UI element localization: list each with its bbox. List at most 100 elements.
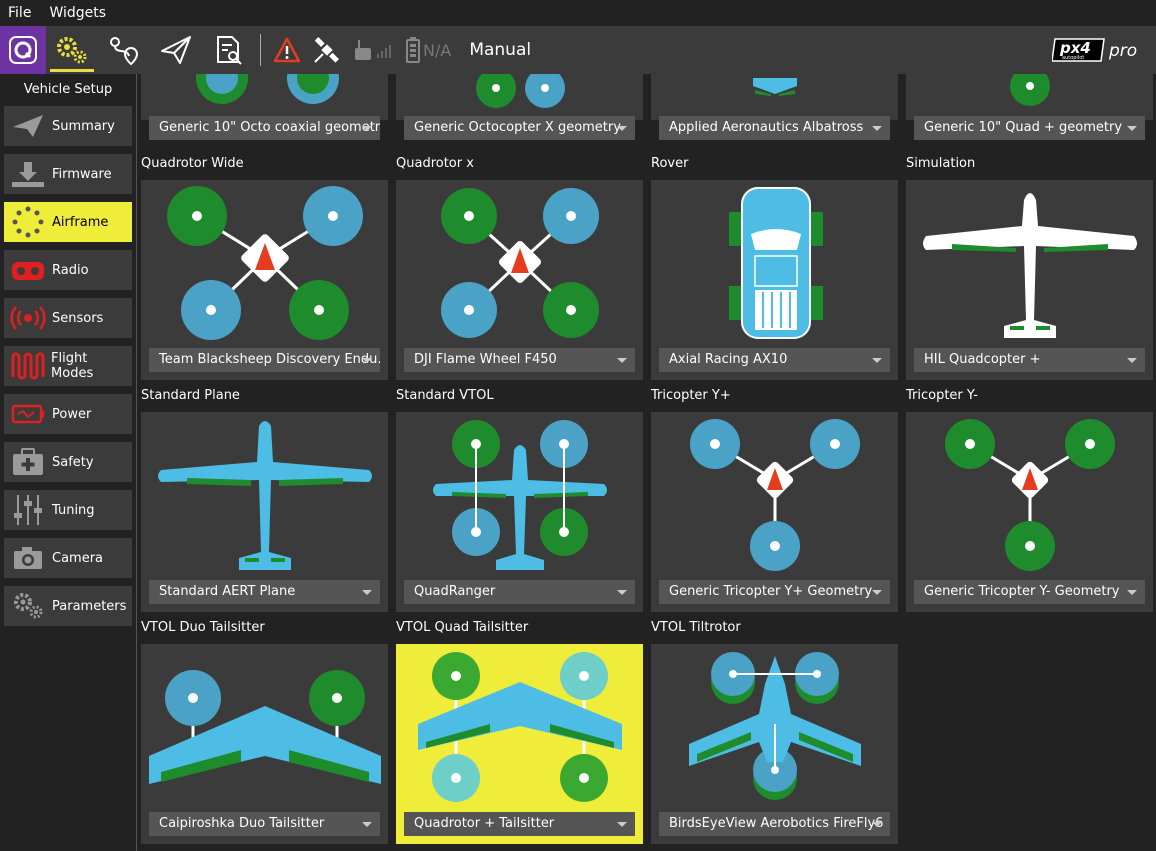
airframe-select[interactable]: QuadRanger [404,580,635,604]
airframe-image-box[interactable]: Generic Tricopter Y- Geometry [906,412,1153,612]
airframe-grid: Generic 10" Octo coaxial geometry Generi… [137,74,1156,851]
airframe-select[interactable]: Quadrotor + Tailsitter [404,812,635,836]
sidebar-item-label: Tuning [52,502,95,518]
gears-icon [57,37,87,64]
airframe-select[interactable]: DJI Flame Wheel F450 [404,348,635,372]
satellite-icon [314,37,339,63]
quad-plus-airframe-image [1010,74,1050,106]
chevron-down-icon [617,358,627,363]
airframe-image-box[interactable]: Axial Racing AX10 [651,180,898,380]
first-aid-kit-icon [13,448,43,475]
svg-text:pro: pro [1108,41,1137,61]
sidebar-item-summary[interactable]: Summary [4,106,132,146]
airframe-type-title: Quadrotor Wide [141,156,244,171]
rc-transmitter-icon [355,40,391,60]
menu-file[interactable]: File [8,5,31,21]
power-icon [11,404,44,424]
airframe-image-box[interactable]: QuadRanger [396,412,643,612]
octo-x-airframe-image [476,74,565,108]
airframe-image-box[interactable]: Team Blacksheep Discovery Endu... [141,180,388,380]
chevron-down-icon [872,358,882,363]
airframe-image-box[interactable]: BirdsEyeView Aerobotics FireFly6 [651,644,898,844]
plan-view-button[interactable] [98,26,150,74]
radio-icon [12,262,44,280]
battery-status-text: N/A [423,40,452,60]
analyze-button[interactable] [202,26,254,74]
airframe-image-box[interactable]: Generic 10" Octo coaxial geometry [141,74,388,140]
sidebar-item-firmware[interactable]: Firmware [4,154,132,194]
airframe-type-title: Quadrotor x [396,156,474,171]
messages-indicator[interactable] [267,26,307,74]
airframe-select[interactable]: Generic Tricopter Y- Geometry [914,580,1145,604]
airframe-type-title: Simulation [906,156,976,171]
chevron-down-icon [362,590,372,595]
chevron-down-icon [872,126,882,131]
flight-mode-selector[interactable]: Manual [469,40,531,60]
flight-modes-icon [11,352,45,380]
airframe-image-box[interactable]: Generic 10" Quad + geometry [906,74,1153,140]
vehicle-setup-button[interactable] [46,26,98,74]
airframe-select[interactable]: Generic Octocopter X geometry [404,116,635,140]
airframe-type-title: Tricopter Y- [906,388,979,403]
airframe-type-title: Rover [651,156,689,171]
sidebar-item-tuning[interactable]: Tuning [4,490,132,530]
sidebar-item-label: Flight Modes [51,351,94,381]
airframe-select[interactable]: Generic Tricopter Y+ Geometry [659,580,890,604]
qgc-logo-button[interactable] [0,26,46,74]
airframe-image-box[interactable]: Generic Octocopter X geometry [396,74,643,140]
svg-text:autopilot: autopilot [1062,55,1084,61]
airframe-select[interactable]: Generic 10" Quad + geometry [914,116,1145,140]
chevron-down-icon [617,822,627,827]
octo-coaxial-airframe-image [196,74,339,104]
airframe-select[interactable]: Applied Aeronautics Albatross [659,116,890,140]
sensors-icon [10,306,46,330]
paper-plane-icon [13,115,43,137]
menu-bar: File Widgets [0,0,1156,26]
sidebar-item-radio[interactable]: Radio [4,250,132,290]
qgc-logo-icon [9,36,37,64]
paper-plane-icon [161,36,191,64]
chevron-down-icon [872,590,882,595]
chevron-down-icon [617,126,627,131]
sidebar-item-parameters[interactable]: Parameters [4,586,132,626]
airframe-image-box[interactable]: Applied Aeronautics Albatross [651,74,898,140]
sidebar-title: Vehicle Setup [23,82,113,97]
airframe-type-title: Standard Plane [141,388,240,403]
px4-logo-icon: px4 autopilot pro [1052,38,1137,62]
sidebar-item-label: Sensors [52,310,104,326]
sidebar-item-label: Camera [52,550,104,566]
airframe-select[interactable]: BirdsEyeView Aerobotics FireFly6 [659,812,890,836]
fly-view-button[interactable] [150,26,202,74]
sidebar-item-flight-modes[interactable]: Flight Modes [4,346,132,386]
airframe-image-box[interactable]: Generic Tricopter Y+ Geometry [651,412,898,612]
sidebar-item-safety[interactable]: Safety [4,442,132,482]
document-search-icon [217,36,242,65]
airframe-select[interactable]: Team Blacksheep Discovery Endu... [149,348,380,372]
toolbar-divider [260,34,261,66]
airframe-image-box-selected[interactable]: Quadrotor + Tailsitter [396,644,643,844]
camera-icon [14,547,42,569]
airframe-dots-icon [12,206,44,238]
warning-icon [273,37,301,63]
sidebar-item-power[interactable]: Power [4,394,132,434]
airframe-image-box[interactable]: DJI Flame Wheel F450 [396,180,643,380]
airframe-select[interactable]: Caipiroshka Duo Tailsitter [149,812,380,836]
battery-indicator[interactable]: N/A [399,26,457,74]
sidebar-item-label: Firmware [52,166,112,182]
menu-widgets[interactable]: Widgets [49,5,106,21]
firmware-download-icon [12,162,44,187]
chevron-down-icon [1127,126,1137,131]
battery-icon [406,37,420,63]
airframe-select[interactable]: Standard AERT Plane [149,580,380,604]
airframe-image-box[interactable]: HIL Quadcopter + [906,180,1153,380]
gps-indicator[interactable] [307,26,347,74]
sidebar-item-camera[interactable]: Camera [4,538,132,578]
airframe-select[interactable]: HIL Quadcopter + [914,348,1145,372]
sidebar-item-airframe[interactable]: Airframe [4,202,132,242]
airframe-image-box[interactable]: Caipiroshka Duo Tailsitter [141,644,388,844]
rc-rssi-indicator[interactable] [347,26,399,74]
airframe-image-box[interactable]: Standard AERT Plane [141,412,388,612]
airframe-select[interactable]: Axial Racing AX10 [659,348,890,372]
sidebar-item-sensors[interactable]: Sensors [4,298,132,338]
airframe-select[interactable]: Generic 10" Octo coaxial geometry [149,116,380,140]
